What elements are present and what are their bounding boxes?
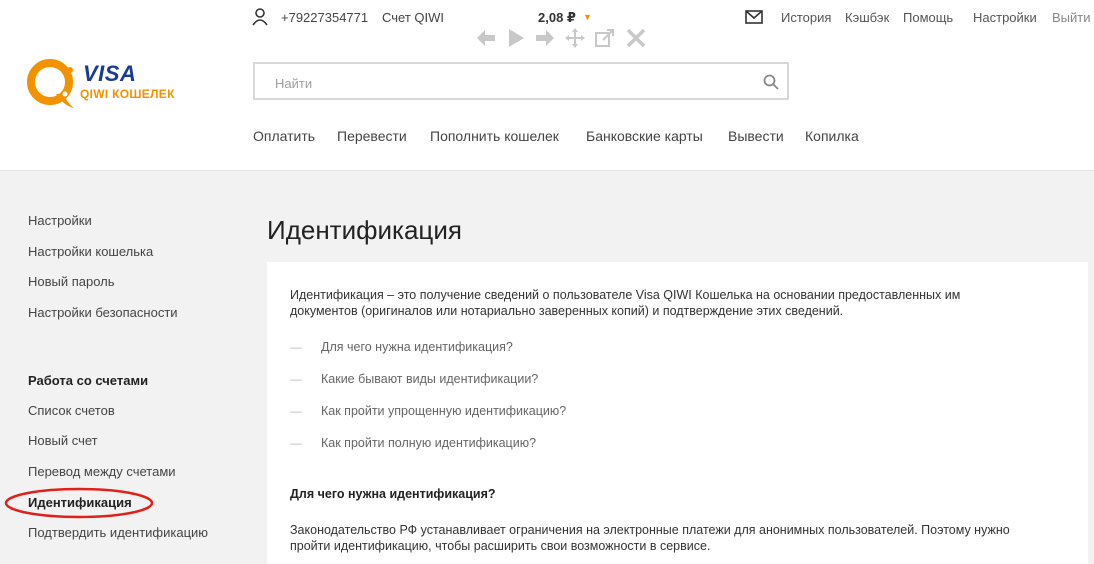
toc-dash: —: [290, 404, 302, 418]
toc-link-simplified[interactable]: Как пройти упрощенную идентификацию?: [321, 404, 566, 418]
help-link[interactable]: Помощь: [903, 10, 953, 25]
toc-link-why[interactable]: Для чего нужна идентификация?: [321, 340, 513, 354]
nav-transfer[interactable]: Перевести: [337, 128, 407, 144]
sidebar-item-transfer-between-accounts[interactable]: Перевод между счетами: [28, 464, 176, 479]
history-link[interactable]: История: [781, 10, 831, 25]
user-icon[interactable]: [252, 8, 268, 26]
user-phone[interactable]: +79227354771: [281, 10, 368, 25]
cashback-link[interactable]: Кэшбэк: [845, 10, 889, 25]
sidebar-item-new-account[interactable]: Новый счет: [28, 433, 98, 448]
toc-link-types[interactable]: Какие бывают виды идентификации?: [321, 372, 538, 386]
sidebar-item-security-settings[interactable]: Настройки безопасности: [28, 305, 178, 320]
logout-link[interactable]: Выйти: [1052, 10, 1091, 25]
sidebar-item-confirm-identification[interactable]: Подтвердить идентификацию: [28, 525, 208, 540]
nav-topup[interactable]: Пополнить кошелек: [430, 128, 559, 144]
mail-icon[interactable]: [745, 10, 763, 24]
section-text: Законодательство РФ устанавливает ограни…: [290, 523, 1010, 553]
red-highlight-ellipse: [4, 487, 154, 519]
toc-dash: —: [290, 436, 302, 450]
section-heading: Для чего нужна идентификация?: [290, 487, 496, 501]
nav-pay[interactable]: Оплатить: [253, 128, 315, 144]
account-selector[interactable]: Счет QIWI: [382, 10, 444, 25]
nav-bank-cards[interactable]: Банковские карты: [586, 128, 703, 144]
header: VISA QIWI КОШЕЛЕК +79227354771 Счет QIWI…: [0, 0, 1094, 171]
external-window-icon[interactable]: [594, 27, 616, 49]
toc-dash: —: [290, 372, 302, 386]
account-balance[interactable]: 2,08 ₽: [538, 10, 576, 26]
toc-link-full[interactable]: Как пройти полную идентификацию?: [321, 436, 536, 450]
logo-visa-text: VISA: [83, 61, 137, 86]
page-title: Идентификация: [267, 215, 462, 245]
move-icon[interactable]: [564, 27, 586, 49]
play-icon[interactable]: [505, 27, 527, 49]
search-input[interactable]: [273, 72, 747, 94]
nav-withdraw[interactable]: Вывести: [728, 128, 784, 144]
qiwi-wallet-page: VISA QIWI КОШЕЛЕК +79227354771 Счет QIWI…: [0, 0, 1094, 564]
arrow-right-icon[interactable]: [534, 27, 556, 49]
balance-dropdown-icon[interactable]: ▼: [583, 12, 592, 22]
toc-dash: —: [290, 340, 302, 354]
search-box: [253, 62, 789, 100]
qiwi-logo[interactable]: VISA QIWI КОШЕЛЕК: [26, 56, 186, 116]
search-icon[interactable]: [763, 74, 779, 90]
qiwi-logo-icon: [27, 59, 74, 108]
sidebar-item-new-password[interactable]: Новый пароль: [28, 274, 115, 289]
sidebar-heading-accounts: Работа со счетами: [28, 373, 149, 388]
close-icon[interactable]: [625, 27, 647, 49]
sidebar-item-accounts-list[interactable]: Список счетов: [28, 403, 115, 418]
arrow-left-icon[interactable]: [475, 27, 497, 49]
sidebar-item-wallet-settings[interactable]: Настройки кошелька: [28, 244, 153, 259]
logo-wallet-text: QIWI КОШЕЛЕК: [80, 87, 175, 101]
settings-link[interactable]: Настройки: [973, 10, 1037, 25]
nav-piggy-bank[interactable]: Копилка: [805, 128, 859, 144]
sidebar-item-settings[interactable]: Настройки: [28, 213, 92, 228]
intro-text: Идентификация – это получение сведений о…: [290, 288, 961, 318]
